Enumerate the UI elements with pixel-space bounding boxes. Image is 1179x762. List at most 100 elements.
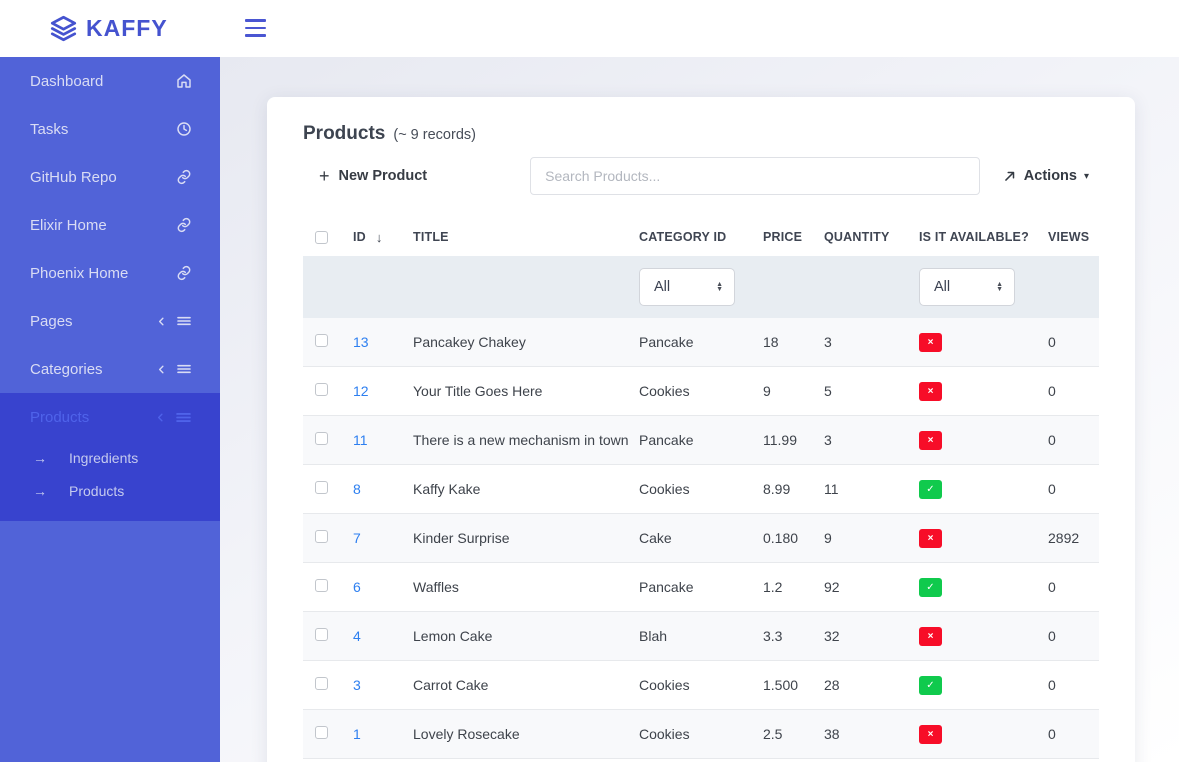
topbar: KAFFY bbox=[0, 0, 1179, 57]
row-id-link[interactable]: 1 bbox=[353, 726, 361, 742]
sidebar-item-dashboard[interactable]: Dashboard bbox=[0, 57, 220, 105]
row-id-link[interactable]: 7 bbox=[353, 530, 361, 546]
table-row: 6 Waffles Pancake 1.2 92 ✓ 0 bbox=[303, 563, 1099, 612]
row-price: 18 bbox=[763, 334, 824, 350]
header-quantity[interactable]: QUANTITY bbox=[824, 230, 919, 244]
row-price: 1.500 bbox=[763, 677, 824, 693]
header-title[interactable]: TITLE bbox=[413, 230, 639, 244]
logo-text: KAFFY bbox=[86, 15, 168, 42]
row-id-link[interactable]: 8 bbox=[353, 481, 361, 497]
select-arrows-icon: ▲▼ bbox=[716, 282, 723, 293]
row-quantity: 32 bbox=[824, 628, 919, 644]
table-row: 1 Lovely Rosecake Cookies 2.5 38 × 0 bbox=[303, 710, 1099, 759]
row-views: 0 bbox=[1048, 628, 1099, 644]
sidebar-item-github-repo[interactable]: GitHub Repo bbox=[0, 153, 220, 201]
row-id-link[interactable]: 4 bbox=[353, 628, 361, 644]
plus-icon: + bbox=[319, 167, 330, 185]
sidebar-subitem-label: Ingredients bbox=[69, 450, 138, 466]
available-filter-select[interactable]: All ▲▼ bbox=[919, 268, 1015, 306]
new-product-button[interactable]: + New Product bbox=[319, 167, 427, 185]
row-checkbox[interactable] bbox=[315, 432, 328, 445]
row-id-link[interactable]: 12 bbox=[353, 383, 369, 399]
sidebar-section-products: Products → Ingredients → Products bbox=[0, 393, 220, 521]
row-id-link[interactable]: 13 bbox=[353, 334, 369, 350]
link-icon bbox=[176, 265, 192, 281]
row-checkbox[interactable] bbox=[315, 481, 328, 494]
clock-icon bbox=[176, 121, 192, 137]
arrow-up-right-icon bbox=[1003, 169, 1017, 183]
filter-row: All ▲▼ All ▲▼ bbox=[303, 256, 1099, 318]
row-views: 0 bbox=[1048, 481, 1099, 497]
row-id-link[interactable]: 11 bbox=[353, 432, 368, 448]
sidebar-item-label: Products bbox=[30, 409, 89, 426]
row-price: 1.2 bbox=[763, 579, 824, 595]
row-checkbox[interactable] bbox=[315, 530, 328, 543]
chevron-left-icon bbox=[156, 364, 167, 375]
x-icon: × bbox=[928, 533, 934, 544]
header-views[interactable]: VIEWS bbox=[1048, 230, 1099, 244]
products-card: Products (~ 9 records) + New Product Act… bbox=[267, 97, 1135, 762]
row-quantity: 38 bbox=[824, 726, 919, 742]
availability-badge: × bbox=[919, 382, 942, 401]
hamburger-menu-icon[interactable] bbox=[245, 19, 266, 37]
availability-badge: × bbox=[919, 333, 942, 352]
row-checkbox[interactable] bbox=[315, 383, 328, 396]
sidebar-item-label: Pages bbox=[30, 313, 73, 330]
x-icon: × bbox=[928, 337, 934, 348]
row-category: Cookies bbox=[639, 383, 763, 399]
row-category: Cookies bbox=[639, 726, 763, 742]
sidebar-subitem-label: Products bbox=[69, 483, 124, 499]
header-price[interactable]: PRICE bbox=[763, 230, 824, 244]
sidebar: Dashboard Tasks GitHub Repo Elixir Home … bbox=[0, 57, 220, 762]
row-title: Your Title Goes Here bbox=[413, 383, 639, 399]
row-views: 0 bbox=[1048, 383, 1099, 399]
sidebar-item-tasks[interactable]: Tasks bbox=[0, 105, 220, 153]
select-all-checkbox[interactable] bbox=[315, 231, 328, 244]
sidebar-item-label: Tasks bbox=[30, 121, 68, 138]
sidebar-item-products[interactable]: Products bbox=[0, 393, 220, 441]
records-count: (~ 9 records) bbox=[393, 127, 476, 143]
sidebar-item-label: Elixir Home bbox=[30, 217, 107, 234]
row-checkbox[interactable] bbox=[315, 628, 328, 641]
row-price: 3.3 bbox=[763, 628, 824, 644]
sidebar-subitem-products[interactable]: → Products bbox=[0, 474, 220, 507]
select-arrows-icon: ▲▼ bbox=[996, 282, 1003, 293]
home-icon bbox=[176, 73, 192, 89]
row-checkbox[interactable] bbox=[315, 334, 328, 347]
row-checkbox[interactable] bbox=[315, 726, 328, 739]
row-title: Kinder Surprise bbox=[413, 530, 639, 546]
header-available[interactable]: IS IT AVAILABLE? bbox=[919, 230, 1048, 244]
actions-dropdown[interactable]: Actions ▾ bbox=[1003, 168, 1089, 184]
row-price: 8.99 bbox=[763, 481, 824, 497]
check-icon: ✓ bbox=[926, 484, 934, 495]
sidebar-item-pages[interactable]: Pages bbox=[0, 297, 220, 345]
sidebar-item-elixir-home[interactable]: Elixir Home bbox=[0, 201, 220, 249]
x-icon: × bbox=[928, 435, 934, 446]
sidebar-item-phoenix-home[interactable]: Phoenix Home bbox=[0, 249, 220, 297]
header-id[interactable]: ID ↓ bbox=[353, 230, 413, 245]
x-icon: × bbox=[928, 729, 934, 740]
row-views: 0 bbox=[1048, 432, 1099, 448]
check-icon: ✓ bbox=[926, 582, 934, 593]
link-icon bbox=[176, 217, 192, 233]
app-logo[interactable]: KAFFY bbox=[50, 0, 168, 57]
products-table: ID ↓ TITLE CATEGORY ID PRICE QUANTITY IS… bbox=[303, 218, 1099, 759]
table-row: 8 Kaffy Kake Cookies 8.99 11 ✓ 0 bbox=[303, 465, 1099, 514]
search-input[interactable] bbox=[530, 157, 980, 195]
row-title: Lovely Rosecake bbox=[413, 726, 639, 742]
row-checkbox[interactable] bbox=[315, 677, 328, 690]
category-filter-select[interactable]: All ▲▼ bbox=[639, 268, 735, 306]
row-category: Cake bbox=[639, 530, 763, 546]
x-icon: × bbox=[928, 386, 934, 397]
row-checkbox[interactable] bbox=[315, 579, 328, 592]
row-title: There is a new mechanism in town bbox=[413, 432, 639, 448]
header-category-id[interactable]: CATEGORY ID bbox=[639, 230, 763, 244]
row-id-link[interactable]: 6 bbox=[353, 579, 361, 595]
row-id-link[interactable]: 3 bbox=[353, 677, 361, 693]
toolbar: + New Product Actions ▾ bbox=[303, 157, 1099, 195]
x-icon: × bbox=[928, 631, 934, 642]
sidebar-subitem-ingredients[interactable]: → Ingredients bbox=[0, 441, 220, 474]
row-title: Waffles bbox=[413, 579, 639, 595]
sidebar-item-categories[interactable]: Categories bbox=[0, 345, 220, 393]
row-title: Lemon Cake bbox=[413, 628, 639, 644]
